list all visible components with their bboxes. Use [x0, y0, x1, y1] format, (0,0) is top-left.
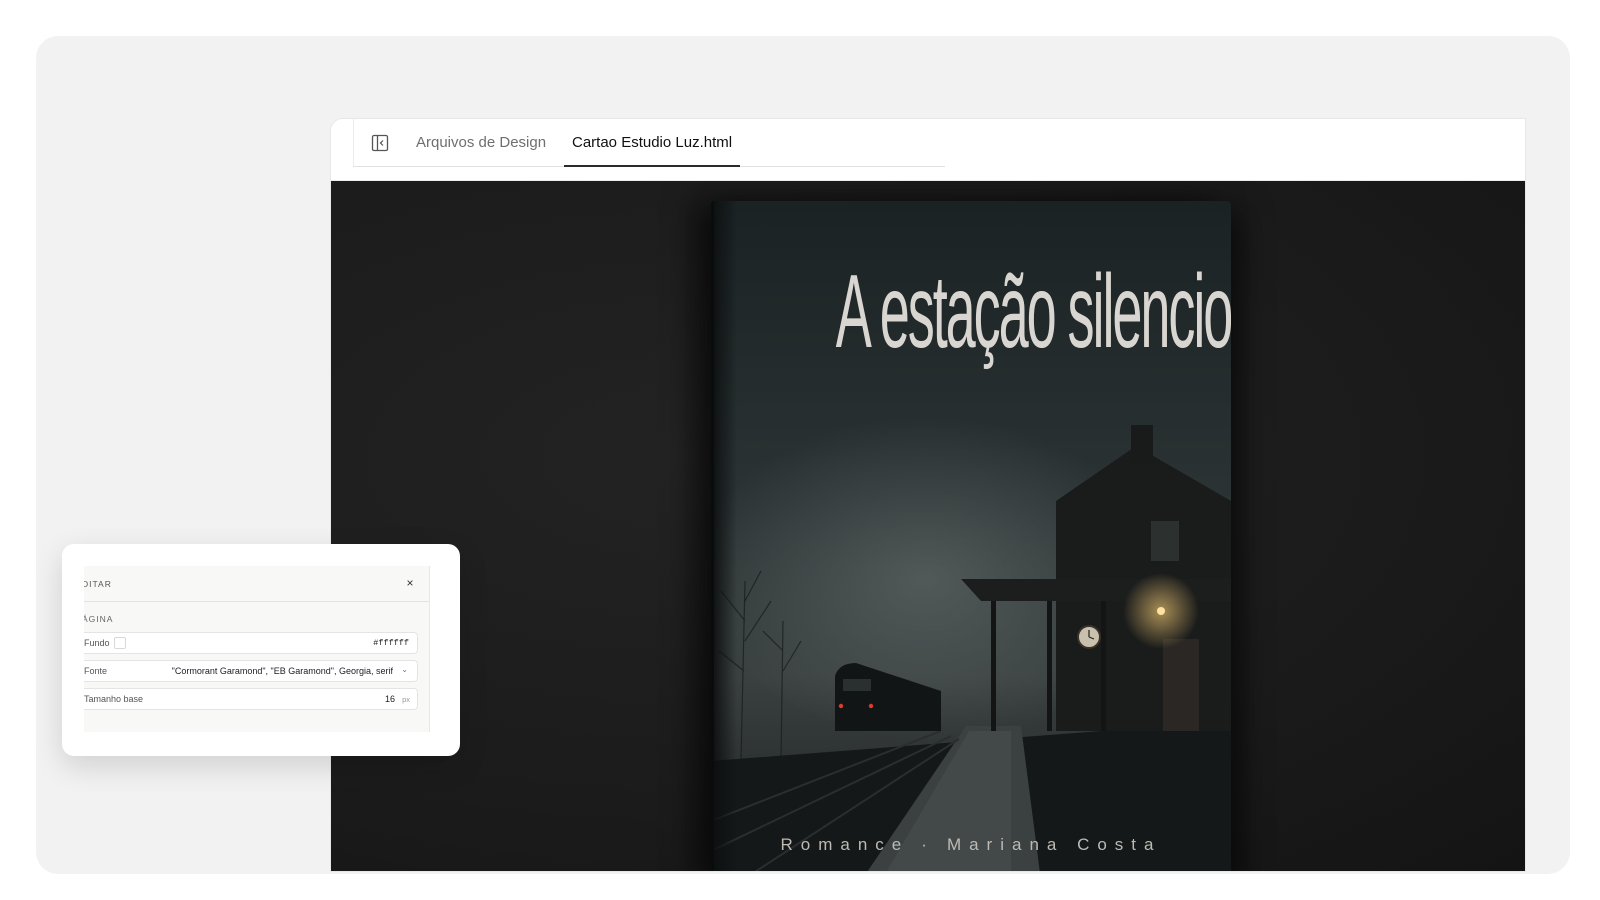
background-value[interactable]: #ffffff: [373, 638, 409, 648]
preview-canvas: A estação silenciosa Romance · Mariana Cos…: [331, 181, 1525, 871]
base-size-unit: px: [402, 695, 410, 704]
edit-panel: DITAR × ÁGINA Fundo #ffffff Fonte "Cormo…: [84, 566, 430, 732]
font-label: Fonte: [84, 666, 108, 676]
color-swatch[interactable]: [114, 637, 126, 649]
chevron-down-icon[interactable]: ⌄: [401, 665, 408, 674]
font-select[interactable]: Fonte "Cormorant Garamond", "EB Garamond…: [84, 660, 418, 682]
tab-design-files[interactable]: Arquivos de Design: [416, 119, 546, 167]
base-size-value[interactable]: 16: [385, 694, 395, 704]
book-separator: ·: [921, 835, 935, 854]
book-author: Mariana Costa: [946, 835, 1162, 854]
base-size-field[interactable]: Tamanho base 16 px: [84, 688, 418, 710]
section-page-title: ÁGINA: [84, 614, 114, 624]
edit-panel-card: DITAR × ÁGINA Fundo #ffffff Fonte "Cormo…: [62, 544, 460, 756]
base-size-label: Tamanho base: [84, 694, 144, 704]
close-icon[interactable]: ×: [403, 575, 417, 591]
book-genre: Romance: [780, 835, 910, 854]
background-label: Fundo: [84, 638, 110, 648]
tab-cartao-estudio-luz[interactable]: Cartao Estudio Luz.html: [564, 119, 741, 167]
edit-panel-title: DITAR: [84, 579, 112, 589]
book-title: A estação silenciosa: [835, 254, 1231, 370]
book-cover: A estação silenciosa Romance · Mariana Cos…: [711, 201, 1231, 871]
edit-panel-header: DITAR ×: [84, 566, 429, 602]
book-tagline: Romance · Mariana Costa: [711, 835, 1231, 855]
sidebar-toggle-icon[interactable]: [370, 133, 390, 153]
tab-bar: Arquivos de Design Cartao Estudio Luz.ht…: [331, 119, 1525, 181]
tab-strip: Arquivos de Design Cartao Estudio Luz.ht…: [353, 119, 945, 167]
font-value[interactable]: "Cormorant Garamond", "EB Garamond", Geo…: [172, 666, 393, 676]
browser-window: Arquivos de Design Cartao Estudio Luz.ht…: [331, 119, 1525, 871]
background-color-field[interactable]: Fundo #ffffff: [84, 632, 418, 654]
